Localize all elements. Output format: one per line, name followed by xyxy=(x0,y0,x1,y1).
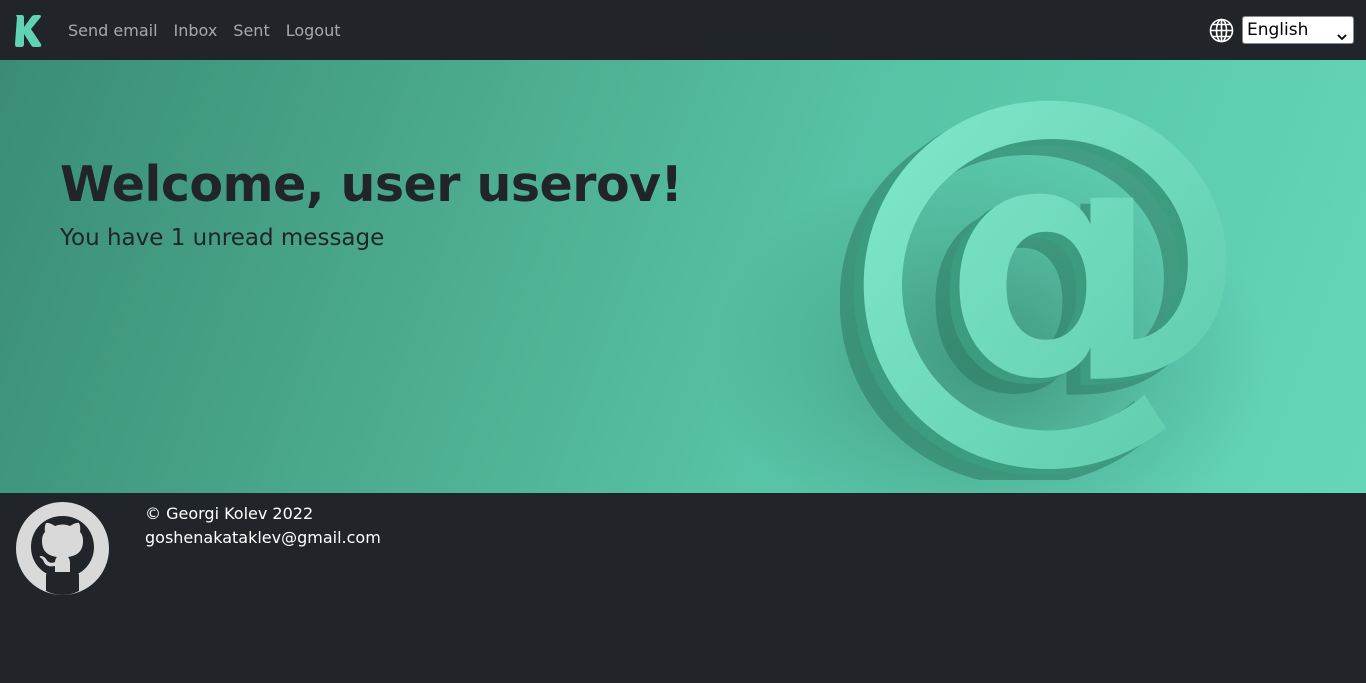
copyright-text: © Georgi Kolev 2022 xyxy=(145,504,314,523)
language-select[interactable]: English xyxy=(1242,16,1354,44)
language-select-value: English xyxy=(1247,20,1309,40)
svg-text:@: @ xyxy=(840,80,1240,480)
navbar: Send email Inbox Sent Logout English xyxy=(0,0,1366,60)
github-icon[interactable] xyxy=(16,502,109,595)
contact-email: goshenakataklev@gmail.com xyxy=(145,528,381,547)
footer: © Georgi Kolev 2022 goshenakataklev@gmai… xyxy=(0,493,1366,683)
nav-links: Send email Inbox Sent Logout xyxy=(60,0,349,60)
nav-link-send-email[interactable]: Send email xyxy=(60,21,166,40)
chevron-down-icon xyxy=(1337,26,1347,41)
nav-link-logout[interactable]: Logout xyxy=(278,21,349,40)
globe-icon xyxy=(1209,18,1234,43)
nav-link-inbox[interactable]: Inbox xyxy=(166,21,226,40)
k-logo-icon[interactable] xyxy=(13,14,43,48)
at-sign-icon: @ @ @ xyxy=(812,60,1256,493)
hero-banner: Welcome, user userov! You have 1 unread … xyxy=(0,60,1366,493)
nav-link-sent[interactable]: Sent xyxy=(225,21,277,40)
welcome-heading: Welcome, user userov! xyxy=(60,156,683,213)
unread-message-count: You have 1 unread message xyxy=(60,225,385,251)
